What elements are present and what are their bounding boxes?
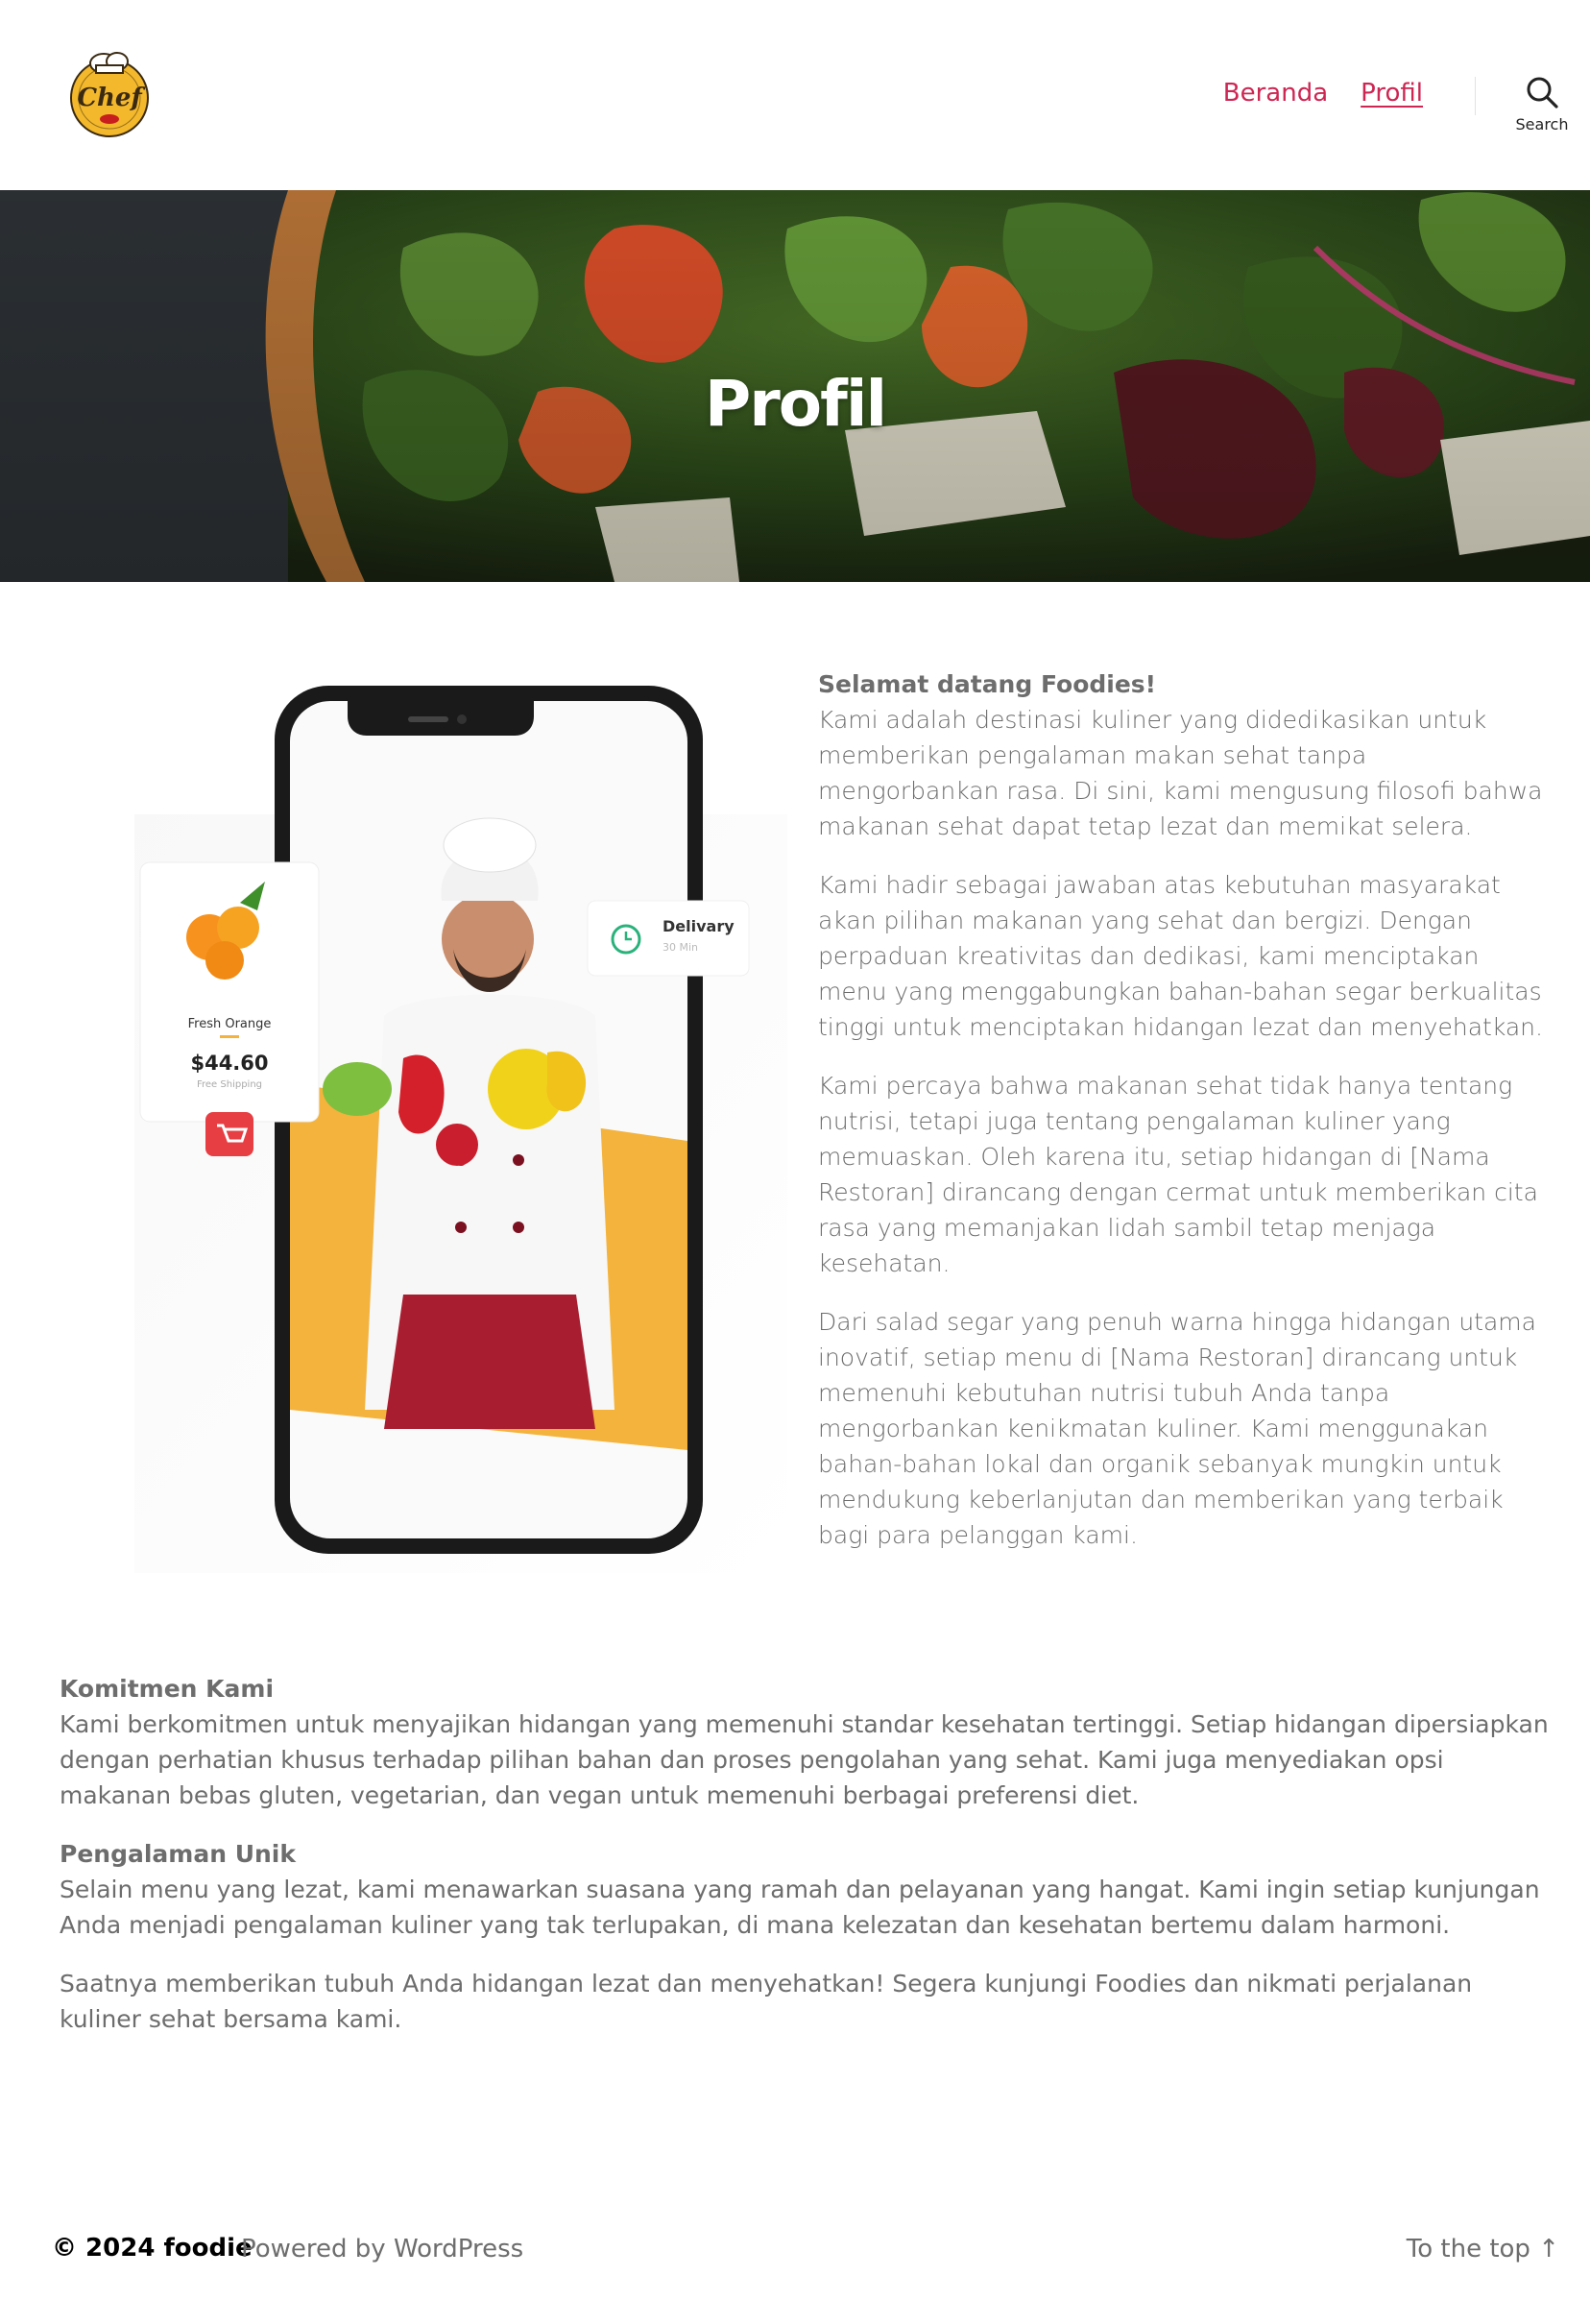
delivery-time: 30 Min: [662, 941, 698, 954]
search-label: Search: [1515, 115, 1569, 133]
lower-content: Komitmen Kami Kami berkomitmen untuk men…: [60, 1671, 1557, 2060]
experience-heading: Pengalaman Unik: [60, 1840, 296, 1868]
commitment-text: Kami berkomitmen untuk menyajikan hidang…: [60, 1710, 1549, 1809]
page-title: Profil: [704, 367, 887, 442]
search-icon: [1527, 77, 1558, 109]
product-shipping: Free Shipping: [197, 1079, 262, 1090]
content-top: Fresh Orange $44.60 Free Shipping Deliva…: [0, 582, 1590, 1590]
product-name: Fresh Orange: [188, 1017, 272, 1031]
nav-divider: [1475, 77, 1476, 115]
delivery-label: Delivary: [662, 917, 735, 935]
hero-banner: Profil: [0, 190, 1590, 582]
site-footer: © 2024 foodie Powered by WordPress To th…: [0, 2209, 1590, 2295]
intro-paragraph-3: Kami percaya bahwa makanan sehat tidak h…: [818, 1072, 1538, 1277]
product-price: $44.60: [190, 1052, 268, 1075]
intro-text: Selamat datang Foodies! Kami adalah dest…: [818, 666, 1548, 1576]
search-toggle-button[interactable]: Search: [1506, 75, 1578, 142]
powered-by-link[interactable]: Powered by WordPress: [241, 2235, 523, 2263]
chef-logo[interactable]: Chef: [65, 50, 154, 138]
commitment-heading: Komitmen Kami: [60, 1675, 275, 1703]
site-header: Chef Beranda Profil Search: [0, 0, 1590, 190]
intro-paragraph-2: Kami hadir sebagai jawaban atas kebutuha…: [818, 871, 1543, 1041]
experience-text: Selain menu yang lezat, kami menawarkan …: [60, 1876, 1540, 1939]
intro-heading: Selamat datang Foodies!: [818, 670, 1157, 698]
intro-paragraph-1: Kami adalah destinasi kuliner yang dided…: [818, 706, 1543, 840]
logo-text: Chef: [77, 84, 145, 112]
intro-paragraph-4: Dari salad segar yang penuh warna hingga…: [818, 1308, 1536, 1549]
nav-item-profil[interactable]: Profil: [1361, 79, 1423, 108]
closing-text: Saatnya memberikan tubuh Anda hidangan l…: [60, 1970, 1473, 2033]
chef-phone-image: Fresh Orange $44.60 Free Shipping Deliva…: [134, 686, 787, 1573]
to-the-top-link[interactable]: To the top ↑: [1407, 2235, 1559, 2263]
primary-nav: Beranda Profil: [1223, 79, 1423, 108]
add-to-cart-button[interactable]: [205, 1112, 253, 1156]
nav-item-beranda[interactable]: Beranda: [1223, 79, 1328, 108]
copyright[interactable]: © 2024 foodie: [52, 2234, 253, 2263]
